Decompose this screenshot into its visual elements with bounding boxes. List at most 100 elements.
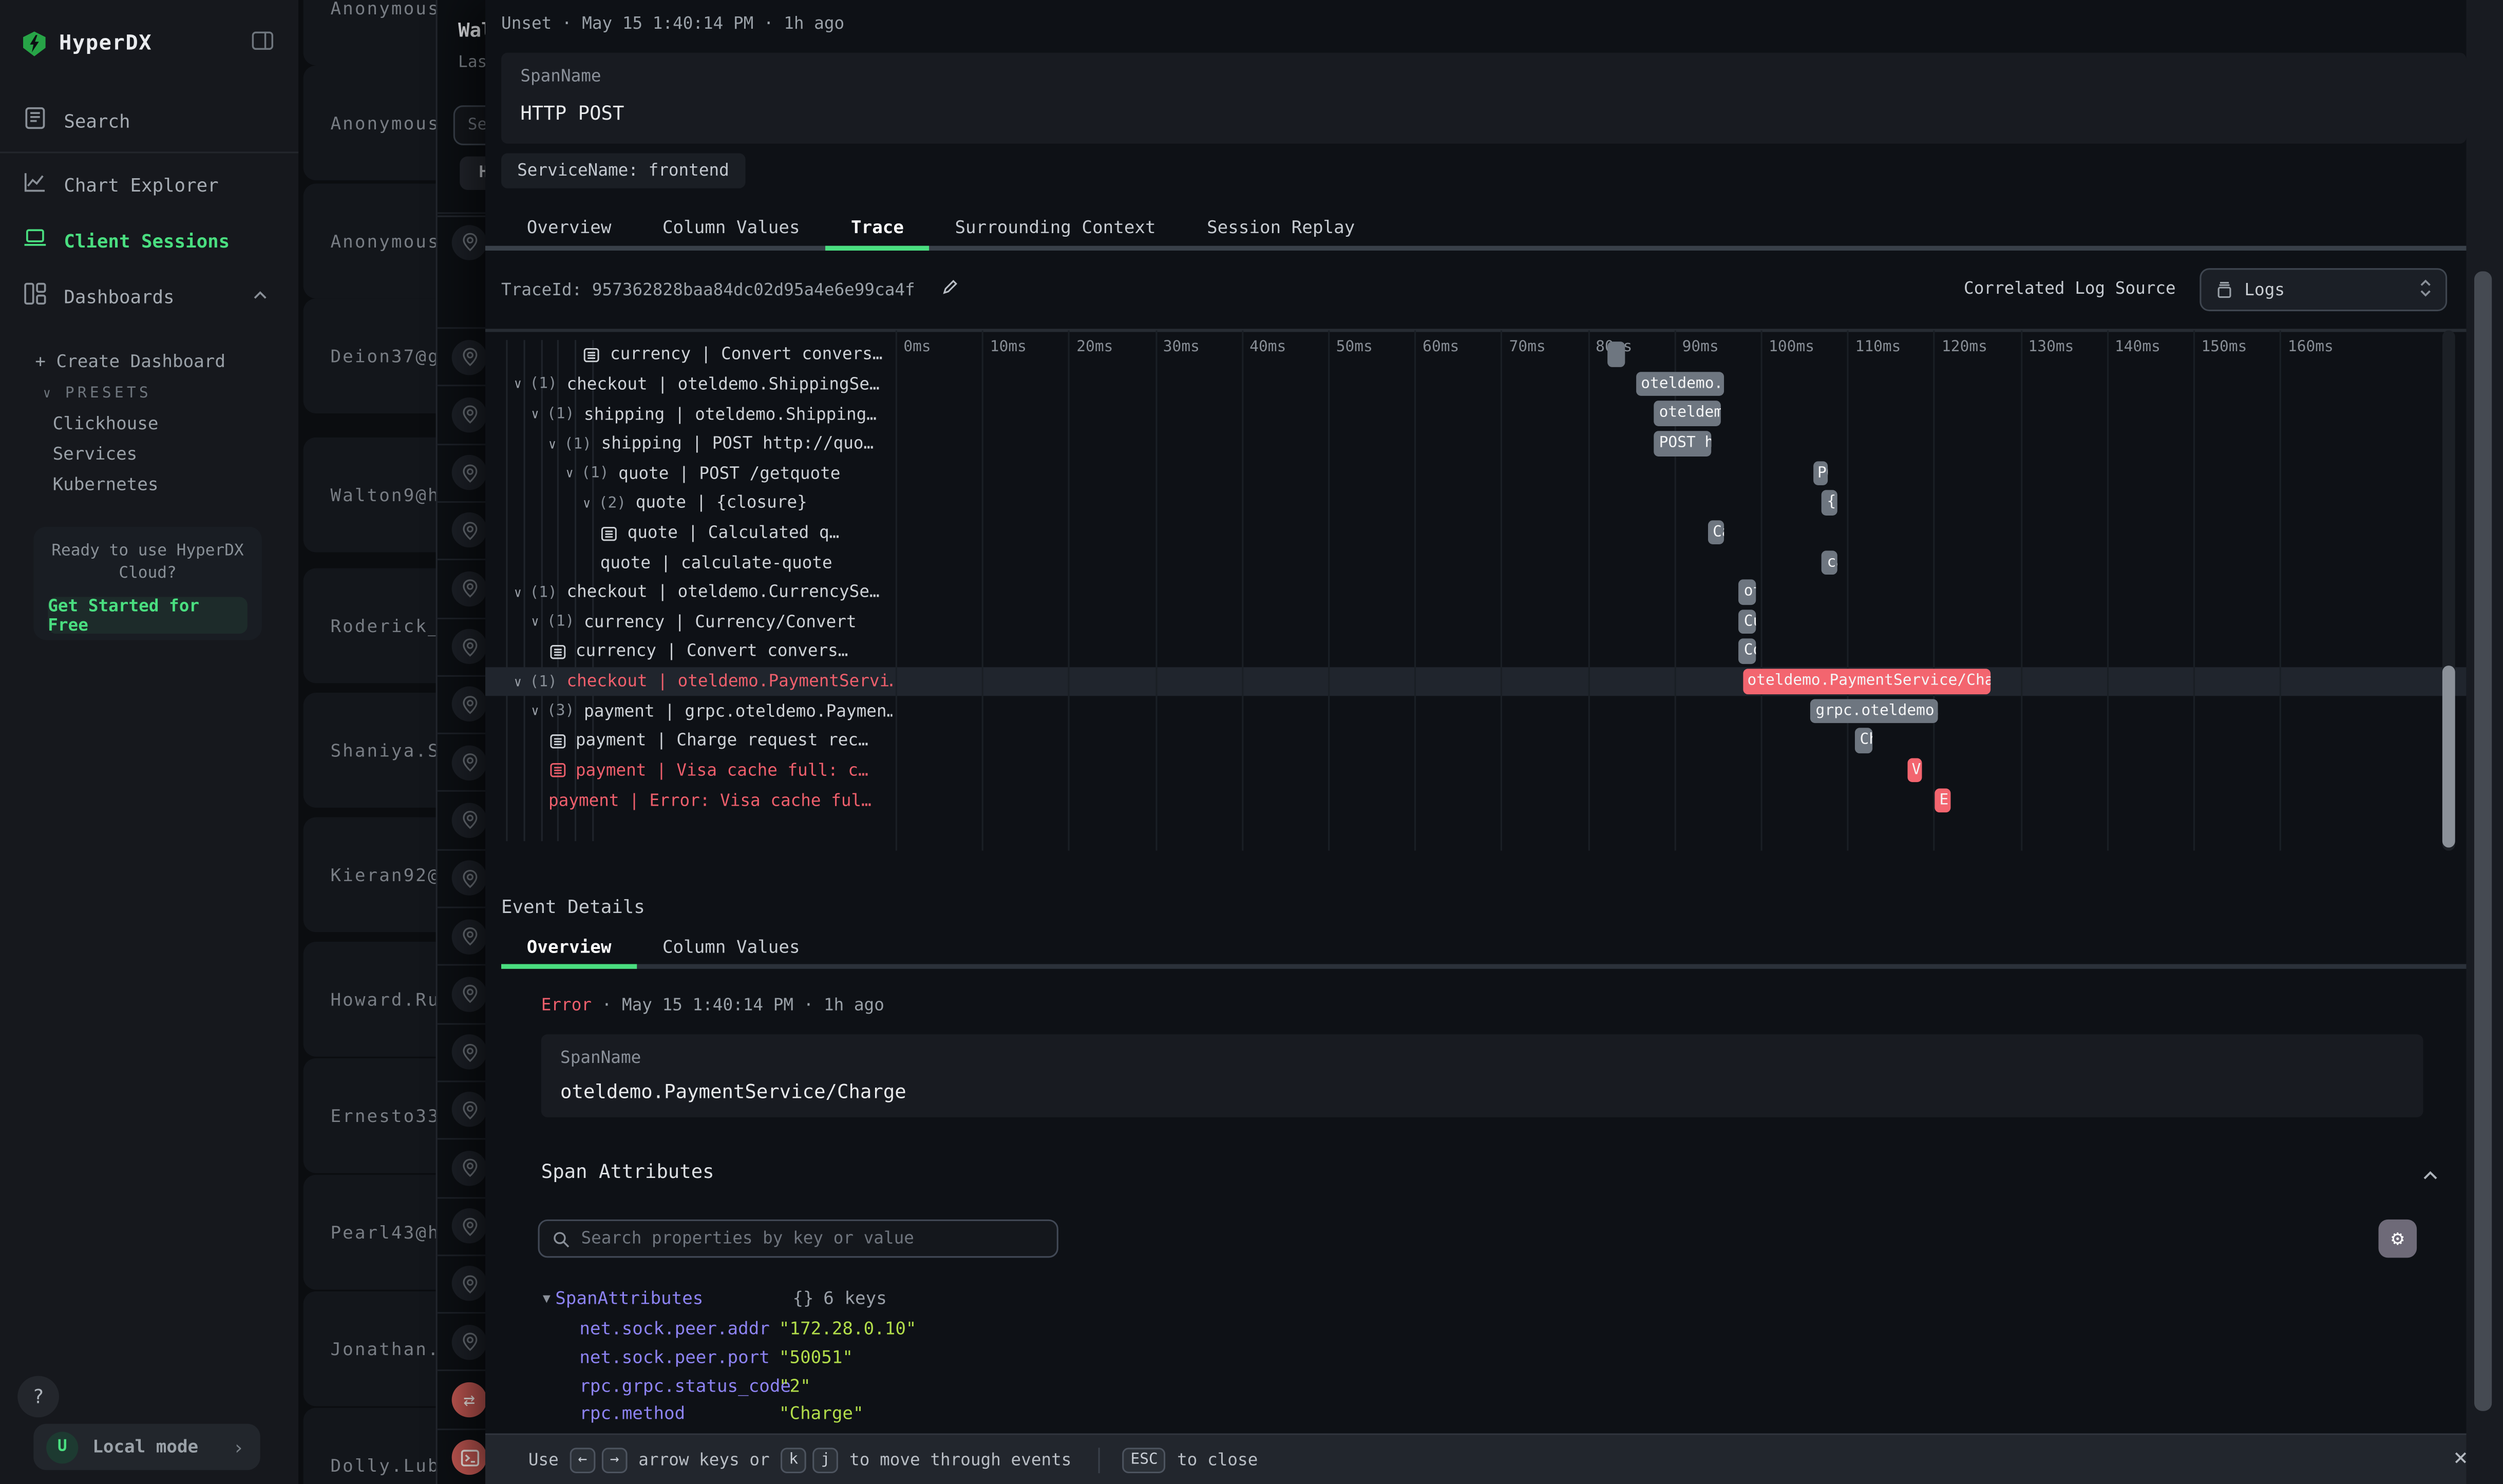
- preset-item-kubernetes[interactable]: Kubernetes: [0, 469, 298, 500]
- session-card[interactable]: Anonymous: [304, 65, 436, 180]
- trace-span-row[interactable]: ∨(1)quote | POST /getquote: [485, 459, 893, 489]
- nav-key-kbd: j: [813, 1447, 839, 1473]
- chevron-down-icon[interactable]: ∨: [514, 675, 522, 689]
- correlated-log-source-label: Correlated Log Source: [1964, 279, 2176, 298]
- footer-separator: [1098, 1447, 1100, 1473]
- session-card[interactable]: Dolly.Lubo: [304, 1408, 436, 1484]
- trace-span-row[interactable]: ∨(1)shipping | POST http://quo…: [485, 429, 893, 459]
- sidebar-collapse-icon[interactable]: [251, 29, 275, 59]
- preset-item-clickhouse[interactable]: Clickhouse: [0, 409, 298, 439]
- gear-icon[interactable]: ⚙: [2379, 1220, 2417, 1258]
- help-button[interactable]: ?: [17, 1376, 59, 1417]
- span-row-label: quote | POST /getquote: [618, 464, 840, 483]
- log-source-select[interactable]: Logs: [2199, 268, 2447, 311]
- network-swap-icon: ⇄: [452, 1382, 487, 1417]
- chevron-up-icon[interactable]: [2420, 1162, 2440, 1192]
- sidebar-item-search[interactable]: Search: [0, 92, 298, 148]
- session-card[interactable]: Roderick_S: [304, 568, 436, 683]
- trace-span-row[interactable]: ∨(1)checkout | oteldemo.PaymentServi…: [485, 667, 893, 697]
- trace-span-bar[interactable]: Visa cache full: c: [1907, 758, 1922, 783]
- tab-overview[interactable]: Overview: [501, 209, 637, 245]
- session-card[interactable]: Deion37@gm: [304, 298, 436, 413]
- trace-span-bar[interactable]: Charge request rec: [1855, 728, 1872, 753]
- chart-icon: [23, 169, 48, 199]
- attribute-key: rpc.grpc.status_code: [579, 1375, 779, 1396]
- chevron-down-icon[interactable]: ∨: [514, 585, 522, 600]
- session-card[interactable]: Ernesto33@: [304, 1058, 436, 1173]
- presets-toggle[interactable]: ∨PRESETS: [0, 377, 298, 409]
- tab-session-replay[interactable]: Session Replay: [1181, 209, 1380, 245]
- attributes-root-row[interactable]: ▼ SpanAttributes {} 6 keys: [543, 1288, 887, 1308]
- trace-span-bar[interactable]: POST /getquote: [1813, 461, 1828, 485]
- trace-span-row[interactable]: quote | Calculated q…: [485, 518, 893, 548]
- trace-span-row[interactable]: quote | calculate-quote: [485, 548, 893, 578]
- attribute-row[interactable]: net.sock.peer.port"50051": [579, 1347, 853, 1367]
- session-card[interactable]: Kieran92@h: [304, 817, 436, 933]
- session-card[interactable]: Walton9@ho: [304, 437, 436, 553]
- trace-span-row[interactable]: currency | Convert convers…: [485, 637, 893, 667]
- divider: [0, 151, 298, 153]
- trace-span-row[interactable]: payment | Visa cache full: c…: [485, 756, 893, 786]
- trace-span-bar[interactable]: Error: Visa cache ful: [1935, 788, 1950, 812]
- create-dashboard-button[interactable]: + Create Dashboard: [0, 347, 298, 377]
- session-card[interactable]: Shaniya.Sc: [304, 693, 436, 808]
- trace-span-bar[interactable]: Currency/Convert: [1739, 610, 1755, 634]
- trace-span-row[interactable]: currency | Convert convers…: [485, 340, 893, 370]
- attribute-row[interactable]: rpc.method"Charge": [579, 1403, 863, 1424]
- chevron-down-icon[interactable]: ∨: [548, 437, 556, 451]
- chevron-down-icon[interactable]: ∨: [531, 705, 539, 719]
- session-card[interactable]: Anonymous: [304, 0, 436, 65]
- chevron-down-icon[interactable]: ∨: [583, 496, 591, 510]
- trace-span-bar[interactable]: grpc.oteldemo.: [1811, 698, 1938, 723]
- trace-span-row[interactable]: payment | Charge request rec…: [485, 726, 893, 756]
- tab-surrounding-context[interactable]: Surrounding Context: [930, 209, 1182, 245]
- trace-span-row[interactable]: ∨(1)checkout | oteldemo.CurrencySe…: [485, 578, 893, 607]
- trace-span-bar[interactable]: calculate-quote: [1822, 550, 1837, 575]
- attributes-search-input[interactable]: Search properties by key or value: [538, 1220, 1058, 1258]
- tab-overview[interactable]: Overview: [501, 930, 637, 964]
- chevron-down-icon[interactable]: ∨: [531, 615, 539, 630]
- trace-span-bar[interactable]: [1607, 342, 1625, 367]
- close-icon[interactable]: ×: [2454, 1443, 2468, 1472]
- local-mode-button[interactable]: U Local mode ›: [33, 1424, 260, 1470]
- chevron-down-icon[interactable]: ∨: [514, 377, 522, 392]
- trace-span-bar[interactable]: oteldemo.Sh: [1654, 402, 1721, 426]
- session-card[interactable]: Pearl43@ho: [304, 1175, 436, 1290]
- sidebar-menu: Search Chart ExplorerClient SessionsDashb…: [0, 92, 298, 500]
- tab-column-values[interactable]: Column Values: [637, 209, 825, 245]
- trace-span-row[interactable]: ∨(1)currency | Currency/Convert: [485, 607, 893, 637]
- trace-span-bar[interactable]: Calculated q: [1708, 520, 1723, 545]
- tab-trace[interactable]: Trace: [825, 209, 929, 245]
- location-pin-icon: [452, 1324, 487, 1359]
- sidebar-item-client-sessions[interactable]: Client Sessions: [0, 212, 298, 268]
- chevron-down-icon[interactable]: ∨: [566, 466, 574, 481]
- trace-span-row[interactable]: ∨(3)payment | grpc.oteldemo.Paymen…: [485, 697, 893, 727]
- sidebar-item-dashboards[interactable]: Dashboards: [0, 268, 298, 324]
- scrollbar-thumb[interactable]: [2442, 665, 2455, 847]
- trace-span-bar[interactable]: POST htt: [1654, 431, 1710, 455]
- tab-column-values[interactable]: Column Values: [637, 930, 825, 964]
- scrollbar-thumb[interactable]: [2474, 271, 2492, 1411]
- trace-span-bar[interactable]: Convert convers: [1739, 639, 1755, 664]
- trace-span-row[interactable]: ∨(1)shipping | oteldemo.Shipping…: [485, 399, 893, 429]
- trace-span-bar[interactable]: oteldemo.CurrencySe: [1739, 580, 1755, 604]
- chevron-down-icon[interactable]: ∨: [531, 407, 539, 422]
- select-chevrons-icon: [2418, 275, 2433, 305]
- trace-span-row[interactable]: ∨(1)checkout | oteldemo.ShippingSe…: [485, 370, 893, 399]
- get-started-button[interactable]: Get Started for Free: [48, 597, 248, 634]
- edit-pencil-icon[interactable]: [940, 278, 959, 302]
- attribute-row[interactable]: rpc.grpc.status_code"2": [579, 1375, 810, 1396]
- attribute-row[interactable]: net.sock.peer.addr"172.28.0.10": [579, 1319, 916, 1339]
- trace-span-bar[interactable]: oteldemo.: [1636, 372, 1723, 396]
- sidebar-item-chart-explorer[interactable]: Chart Explorer: [0, 157, 298, 213]
- trace-span-row[interactable]: payment | Error: Visa cache ful…: [485, 786, 893, 815]
- preset-item-services[interactable]: Services: [0, 439, 298, 469]
- session-card[interactable]: Anonymous: [304, 183, 436, 298]
- trace-span-row[interactable]: ∨(2)quote | {closure}: [485, 488, 893, 518]
- trace-span-bar[interactable]: {closure}: [1822, 490, 1837, 515]
- session-card[interactable]: Howard.Run: [304, 942, 436, 1057]
- session-card[interactable]: Jonathan.B: [304, 1291, 436, 1406]
- trace-span-bar[interactable]: oteldemo.PaymentService/Char: [1742, 669, 1991, 693]
- drawer-scrollbar: [2466, 0, 2502, 1484]
- service-name-chip[interactable]: ServiceName: frontend: [501, 153, 745, 188]
